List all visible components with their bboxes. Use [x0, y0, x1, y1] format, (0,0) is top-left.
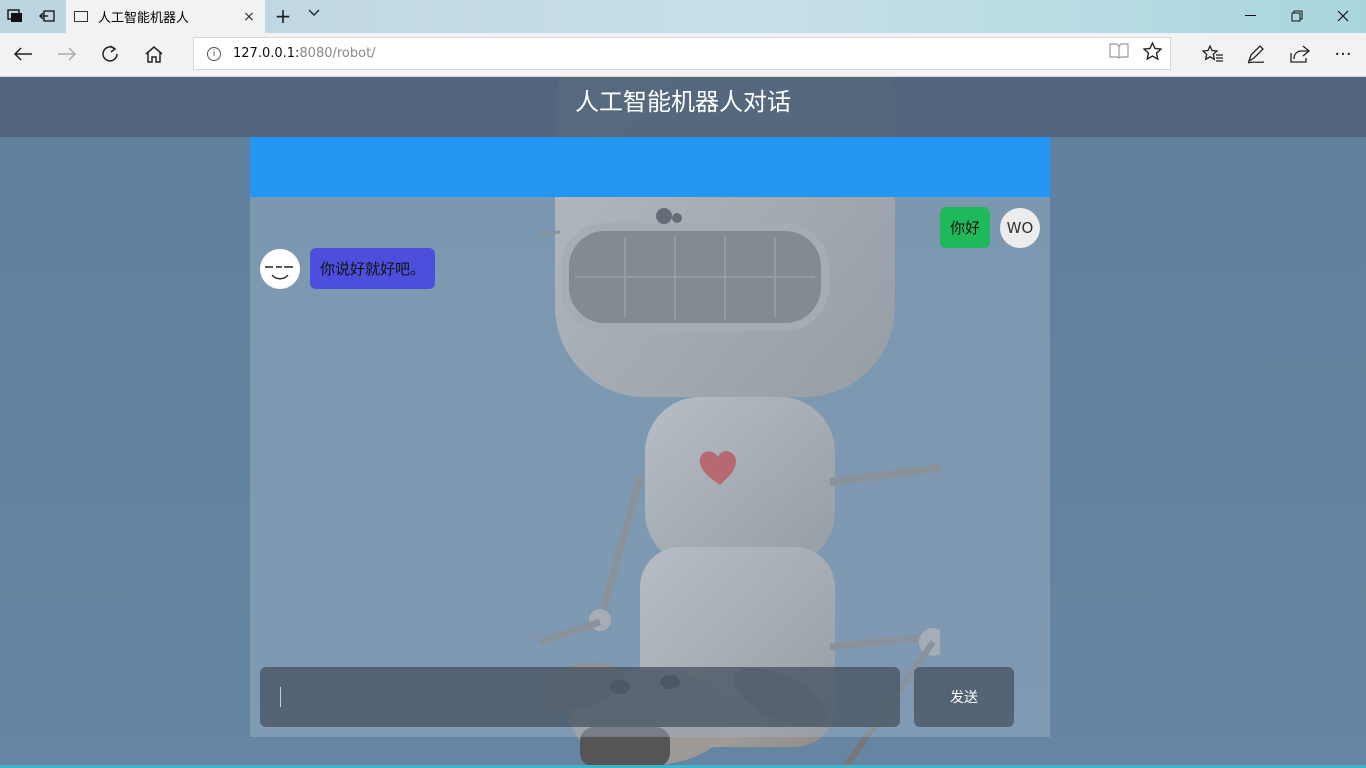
tab-bar: 人工智能机器人 × + — [0, 0, 1366, 33]
robot-avatar-icon — [260, 248, 300, 289]
tab-title: 人工智能机器人 — [98, 11, 190, 26]
forward-button[interactable] — [52, 39, 82, 69]
navigation-bar: i 127.0.0.1:8080/robot/ ··· — [0, 33, 1366, 77]
web-page: 人工智能机器人对话 你好 WO 你说好就好吧。 发送 — [0, 77, 1366, 768]
close-window-button[interactable] — [1320, 0, 1366, 32]
back-button[interactable] — [8, 39, 38, 69]
favorites-hub-icon[interactable] — [1198, 39, 1228, 69]
page-title: 人工智能机器人对话 — [575, 88, 791, 116]
tab-preview-chevron-icon[interactable] — [304, 6, 324, 20]
chat-header-bar — [250, 137, 1050, 197]
page-header: 人工智能机器人对话 — [0, 77, 1366, 137]
more-options-icon[interactable]: ··· — [1328, 39, 1358, 69]
tab-close-icon[interactable]: × — [239, 9, 259, 25]
tab-manager-icon[interactable] — [4, 6, 26, 26]
new-tab-button[interactable]: + — [272, 4, 294, 28]
home-button[interactable] — [139, 39, 169, 69]
set-aside-tabs-icon[interactable] — [36, 6, 58, 26]
minimize-button[interactable] — [1228, 0, 1274, 32]
favorite-star-icon[interactable] — [1142, 41, 1163, 65]
url-text[interactable]: 127.0.0.1:8080/robot/ — [233, 46, 376, 61]
message-input[interactable] — [260, 667, 900, 727]
page-icon — [74, 11, 88, 22]
user-message: 你好 WO — [939, 207, 1040, 248]
restore-button[interactable] — [1274, 0, 1320, 32]
browser-window: 人工智能机器人 × + i 127.0.0.1:8080/robot/ ··· … — [0, 0, 1366, 768]
chat-window: 你好 WO 你说好就好吧。 发送 — [250, 137, 1050, 737]
user-avatar: WO — [1000, 207, 1040, 248]
reading-view-icon[interactable] — [1109, 42, 1129, 65]
robot-message-bubble: 你说好就好吧。 — [310, 248, 436, 289]
notes-pen-icon[interactable] — [1241, 39, 1271, 69]
text-caret — [280, 687, 281, 707]
share-icon[interactable] — [1285, 39, 1315, 69]
address-actions — [1109, 41, 1163, 65]
user-message-bubble: 你好 — [939, 207, 990, 248]
site-info-icon[interactable]: i — [207, 46, 221, 61]
tab-active[interactable]: 人工智能机器人 × — [66, 0, 265, 33]
refresh-button[interactable] — [95, 39, 125, 69]
send-button[interactable]: 发送 — [914, 667, 1014, 727]
address-bar[interactable]: i 127.0.0.1:8080/robot/ — [193, 37, 1171, 70]
robot-message: 你说好就好吧。 — [260, 248, 436, 289]
